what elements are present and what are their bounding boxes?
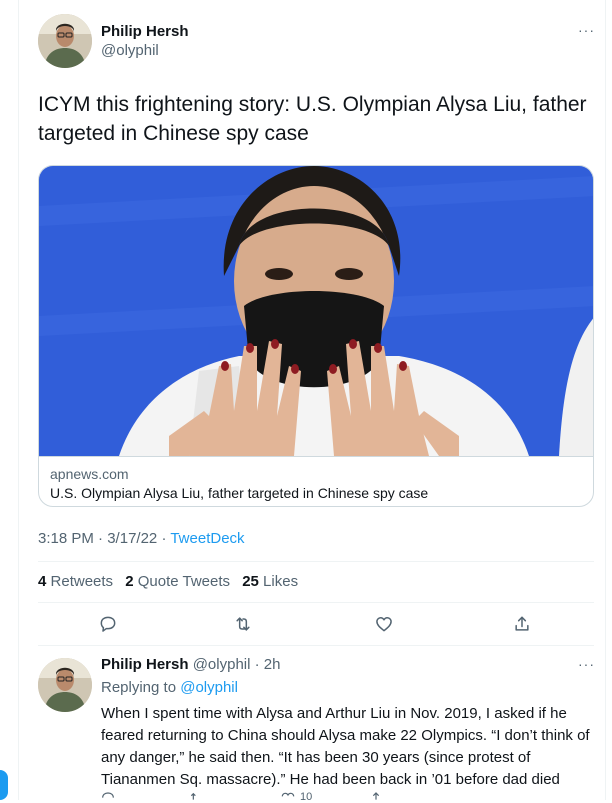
reply-icon[interactable] — [98, 614, 120, 636]
divider — [38, 561, 594, 562]
share-icon[interactable] — [368, 790, 384, 803]
tweet-timestamp: 3:18 PM · 3/17/22 · TweetDeck — [38, 530, 245, 547]
timeline-border-right — [605, 0, 606, 800]
likes-label: Likes — [263, 573, 299, 590]
avatar[interactable] — [38, 658, 92, 712]
reply-icon[interactable] — [100, 790, 116, 803]
author-name[interactable]: Philip Hersh — [101, 656, 189, 673]
more-icon[interactable]: ··· — [578, 22, 595, 38]
card-image — [39, 166, 593, 456]
divider — [38, 645, 594, 646]
quotes-count: 2 — [125, 573, 134, 590]
retweets-stat[interactable]: 4 Retweets — [38, 573, 113, 590]
retweet-icon[interactable] — [188, 790, 204, 803]
compose-button-edge[interactable] — [0, 770, 8, 800]
tweet-time[interactable]: 3:18 PM — [38, 530, 94, 547]
replying-prefix: Replying to — [101, 679, 177, 696]
separator: · — [98, 530, 104, 547]
likes-stat[interactable]: 25 Likes — [242, 573, 298, 590]
like-icon[interactable] — [280, 790, 296, 803]
likes-count: 25 — [242, 573, 259, 590]
avatar[interactable] — [38, 14, 92, 68]
retweets-label: Retweets — [50, 573, 114, 590]
share-icon[interactable] — [512, 614, 534, 636]
quotes-label: Quote Tweets — [137, 573, 231, 590]
separator: · — [161, 530, 167, 547]
tweet-text: ICYM this frightening story: U.S. Olympi… — [38, 93, 587, 145]
more-icon[interactable]: ··· — [578, 656, 595, 672]
tweet-stats: 4 Retweets 2 Quote Tweets 25 Likes — [38, 573, 306, 590]
tweet-source[interactable]: TweetDeck — [170, 530, 244, 547]
retweets-count: 4 — [38, 573, 47, 590]
author-handle[interactable]: @olyphil — [193, 656, 251, 673]
like-count: 10 — [300, 791, 313, 803]
like-icon[interactable] — [374, 614, 396, 636]
replying-to-handle[interactable]: @olyphil — [180, 679, 238, 696]
reply-text: When I spent time with Alysa and Arthur … — [101, 705, 590, 788]
card-domain: apnews.com — [50, 466, 129, 482]
card-meta[interactable]: apnews.com U.S. Olympian Alysa Liu, fath… — [39, 456, 593, 506]
quote-tweets-stat[interactable]: 2 Quote Tweets — [125, 573, 230, 590]
author-name[interactable]: Philip Hersh — [101, 23, 189, 40]
replying-to: Replying to @olyphil — [101, 679, 238, 696]
timeline-border-left — [18, 0, 19, 800]
divider — [38, 602, 594, 603]
card-title: U.S. Olympian Alysa Liu, father targeted… — [50, 485, 429, 501]
reply-age[interactable]: · 2h — [255, 656, 281, 673]
reply-header: Philip Hersh @olyphil · 2h — [101, 656, 281, 673]
tweet-date[interactable]: 3/17/22 — [107, 530, 157, 547]
author-handle[interactable]: @olyphil — [101, 42, 159, 59]
link-card[interactable]: apnews.com U.S. Olympian Alysa Liu, fath… — [38, 165, 594, 507]
retweet-icon[interactable] — [233, 614, 255, 636]
